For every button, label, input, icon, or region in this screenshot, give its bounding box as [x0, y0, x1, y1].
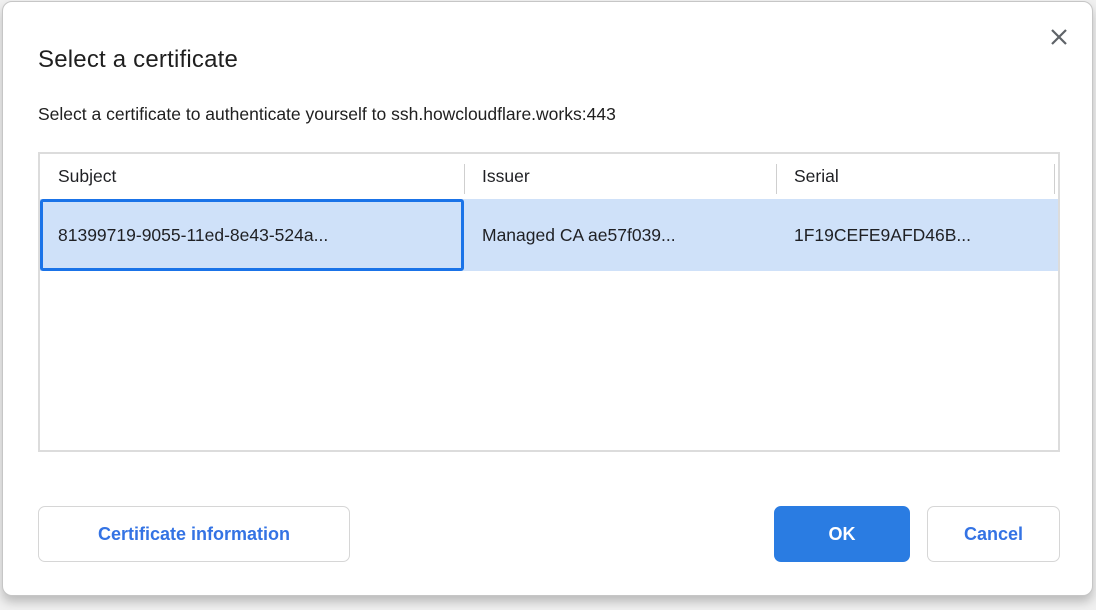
certificate-select-dialog: Select a certificate Select a certificat…: [2, 1, 1093, 596]
certificate-table: Subject Issuer Serial 81399719-9055-11ed…: [38, 152, 1060, 452]
ok-button[interactable]: OK: [774, 506, 910, 562]
close-x-glyph: [1049, 27, 1069, 47]
column-header-issuer: Issuer: [464, 166, 776, 187]
dialog-title: Select a certificate: [38, 46, 238, 74]
cell-serial[interactable]: 1F19CEFE9AFD46B...: [776, 199, 1054, 271]
table-header-row: Subject Issuer Serial: [40, 154, 1058, 199]
certificate-row-selected[interactable]: 81399719-9055-11ed-8e43-524a... Managed …: [40, 199, 1058, 271]
column-header-subject: Subject: [40, 166, 464, 187]
column-header-serial: Serial: [776, 166, 1054, 187]
cancel-button[interactable]: Cancel: [927, 506, 1060, 562]
column-separator: [776, 164, 777, 194]
column-separator: [464, 164, 465, 194]
column-separator: [1054, 164, 1055, 194]
cell-subject[interactable]: 81399719-9055-11ed-8e43-524a...: [40, 199, 464, 271]
certificate-information-button[interactable]: Certificate information: [38, 506, 350, 562]
close-icon[interactable]: [1041, 19, 1077, 55]
dialog-subtitle: Select a certificate to authenticate you…: [38, 104, 616, 125]
cell-issuer[interactable]: Managed CA ae57f039...: [464, 199, 776, 271]
